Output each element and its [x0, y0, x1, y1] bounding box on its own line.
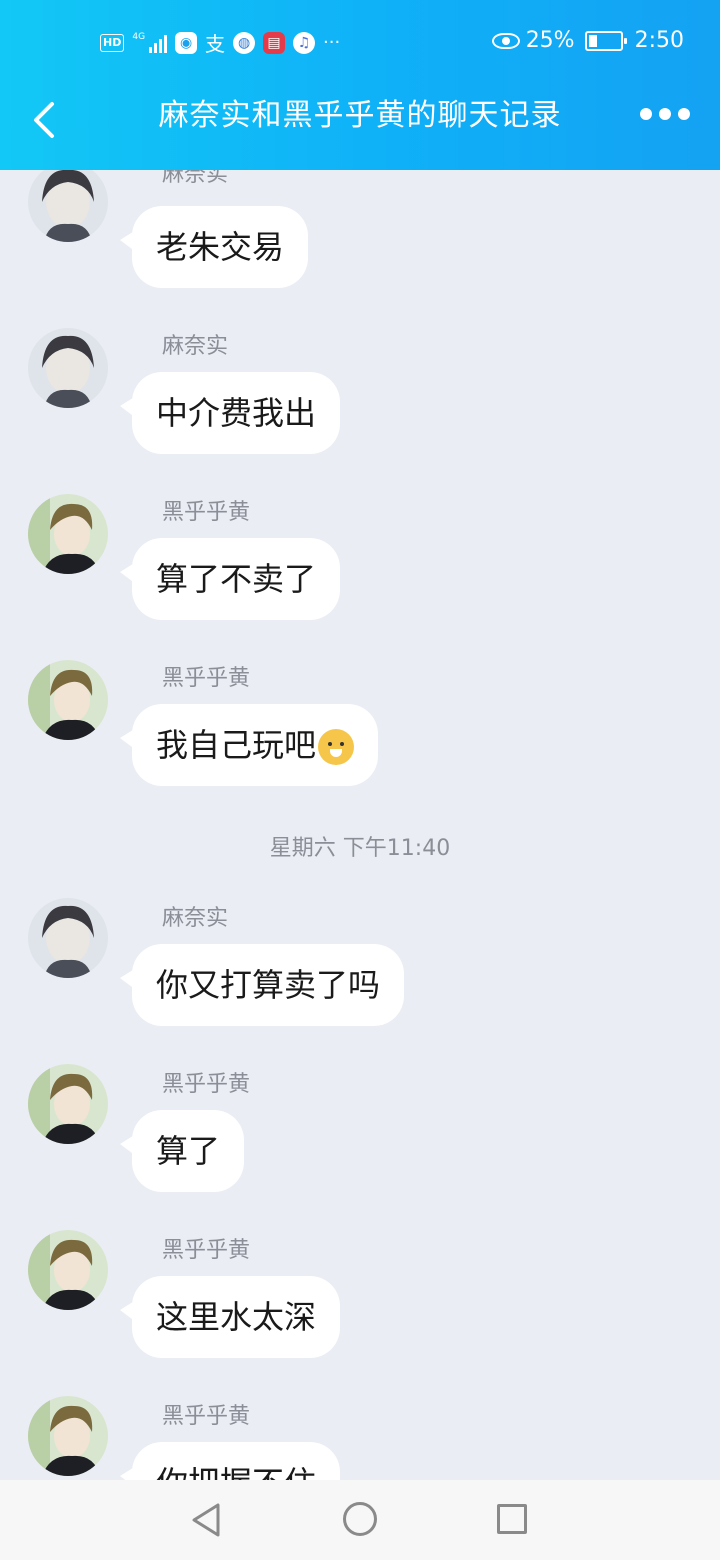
timestamp-divider: 星期六 下午11:40 — [269, 836, 451, 861]
alipay-icon: 支 — [205, 32, 226, 56]
battery-percent: 25% — [525, 28, 575, 53]
sender-name: 黑乎乎黄 — [162, 500, 251, 525]
nav-back-icon[interactable] — [190, 1502, 222, 1538]
avatar[interactable] — [28, 328, 108, 408]
nav-recent-icon[interactable] — [497, 1504, 527, 1534]
message-bubble[interactable]: 中介费我出 — [119, 372, 341, 454]
hd-badge: HD — [100, 33, 125, 52]
sender-name: 麻奈实 — [162, 906, 229, 931]
battery-icon — [584, 30, 627, 51]
avatar[interactable] — [28, 494, 108, 574]
message-bubble[interactable]: 我自己玩吧 — [119, 704, 379, 786]
reader-app-icon: ▤ — [263, 31, 286, 54]
sender-name: 麻奈实 — [162, 334, 229, 359]
signal-icon: 4G — [132, 32, 168, 53]
sender-name: 黑乎乎黄 — [162, 1072, 251, 1097]
message-bubble[interactable]: 这里水太深 — [119, 1276, 341, 1358]
music-app-icon: ♫ — [293, 31, 316, 54]
message-bubble[interactable]: 老朱交易 — [119, 206, 309, 288]
browser-app-icon: ◍ — [233, 31, 256, 54]
shiba-emoji-icon — [318, 729, 355, 765]
more-icon[interactable] — [640, 108, 690, 120]
status-right-icons: 25% 2:50 — [491, 28, 684, 53]
sender-name: 麻奈实 — [162, 170, 229, 187]
avatar[interactable] — [28, 1064, 108, 1144]
eye-icon — [491, 32, 520, 49]
sender-name: 黑乎乎黄 — [162, 1404, 251, 1429]
more-notifications-icon: ··· — [323, 32, 341, 53]
avatar[interactable] — [28, 660, 108, 740]
sender-name: 黑乎乎黄 — [162, 666, 251, 691]
qq-app-icon: ◉ — [175, 31, 198, 54]
message-bubble[interactable]: 你又打算卖了吗 — [119, 944, 405, 1026]
avatar[interactable] — [28, 1396, 108, 1476]
message-text: 我自己玩吧 — [156, 726, 317, 764]
clock: 2:50 — [634, 28, 684, 53]
chat-history[interactable]: 麻奈实 老朱交易 麻奈实 中介费我出 黑乎乎黄 算了不卖了 黑乎乎黄 我自己玩吧… — [0, 170, 720, 1480]
status-left-icons: HD 4G ◉ 支 ◍ ▤ ♫ ··· — [100, 28, 340, 57]
message-bubble[interactable]: 算了不卖了 — [119, 538, 341, 620]
avatar[interactable] — [28, 898, 108, 978]
avatar[interactable] — [28, 1230, 108, 1310]
message-bubble[interactable]: 你把握不住 — [119, 1442, 341, 1480]
page-title: 麻奈实和黑乎乎黄的聊天记录 — [158, 98, 562, 133]
system-nav-bar — [0, 1480, 720, 1560]
sender-name: 黑乎乎黄 — [162, 1238, 251, 1263]
message-bubble[interactable]: 算了 — [119, 1110, 245, 1192]
status-bar: HD 4G ◉ 支 ◍ ▤ ♫ ··· 25% 2:50 — [0, 22, 720, 62]
nav-home-icon[interactable] — [343, 1502, 377, 1536]
title-bar: HD 4G ◉ 支 ◍ ▤ ♫ ··· 25% 2:50 麻奈实和黑乎乎黄的聊天… — [0, 0, 720, 170]
avatar[interactable] — [28, 170, 108, 242]
